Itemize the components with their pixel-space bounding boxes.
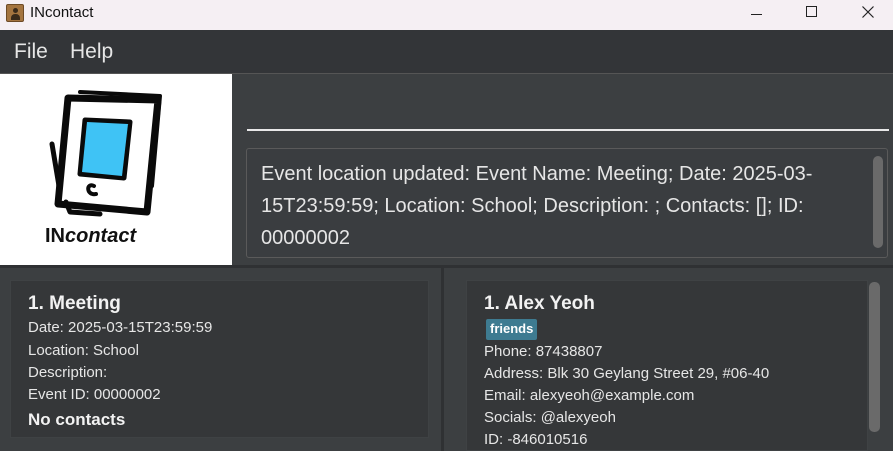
contact-phone: Phone: 87438807	[484, 343, 603, 360]
event-list-panel: 1. Meeting Date: 2025-03-15T23:59:59 Loc…	[0, 268, 441, 451]
contact-address: Address: Blk 30 Geylang Street 29, #06-4…	[484, 365, 770, 382]
event-date: Date: 2025-03-15T23:59:59	[28, 319, 213, 336]
contact-email: Email: alexyeoh@example.com	[484, 387, 695, 404]
command-underline	[247, 129, 889, 131]
contact-list-panel: 1. Alex Yeoh friends Phone: 87438807 Add…	[444, 268, 893, 451]
result-scrollbar[interactable]	[873, 156, 883, 248]
minimize-button[interactable]	[735, 0, 779, 30]
contact-id: ID: -846010516	[484, 431, 588, 448]
close-button[interactable]	[846, 0, 890, 30]
event-title: 1. Meeting	[28, 293, 121, 314]
title-bar: INcontact	[0, 0, 893, 30]
maximize-icon	[806, 6, 817, 17]
event-id: Event ID: 00000002	[28, 386, 161, 403]
window-title: INcontact	[30, 4, 94, 21]
event-description: Description:	[28, 364, 108, 381]
tag-badge: friends	[486, 319, 538, 340]
contact-card[interactable]: 1. Alex Yeoh friends Phone: 87438807 Add…	[466, 280, 868, 451]
logo-wordmark: INcontact	[45, 225, 137, 247]
menu-bar: File Help	[0, 30, 893, 73]
menu-help[interactable]: Help	[70, 40, 113, 64]
command-box	[247, 95, 889, 131]
close-icon	[862, 6, 874, 18]
result-display[interactable]: Event location updated: Event Name: Meet…	[246, 148, 888, 258]
contact-name: 1. Alex Yeoh	[484, 293, 595, 314]
command-input[interactable]	[247, 95, 889, 127]
menu-file[interactable]: File	[14, 40, 48, 64]
event-contacts: No contacts	[28, 410, 126, 429]
app-logo: INcontact	[0, 74, 232, 265]
contact-socials: Socials: @alexyeoh	[484, 409, 616, 426]
event-card[interactable]: 1. Meeting Date: 2025-03-15T23:59:59 Loc…	[10, 280, 429, 438]
result-message: Event location updated: Event Name: Meet…	[261, 163, 813, 249]
event-location: Location: School	[28, 342, 139, 359]
contact-card-icon	[6, 4, 24, 22]
contact-list-scrollbar[interactable]	[869, 282, 880, 432]
maximize-button[interactable]	[790, 0, 834, 30]
minimize-icon	[751, 14, 762, 15]
